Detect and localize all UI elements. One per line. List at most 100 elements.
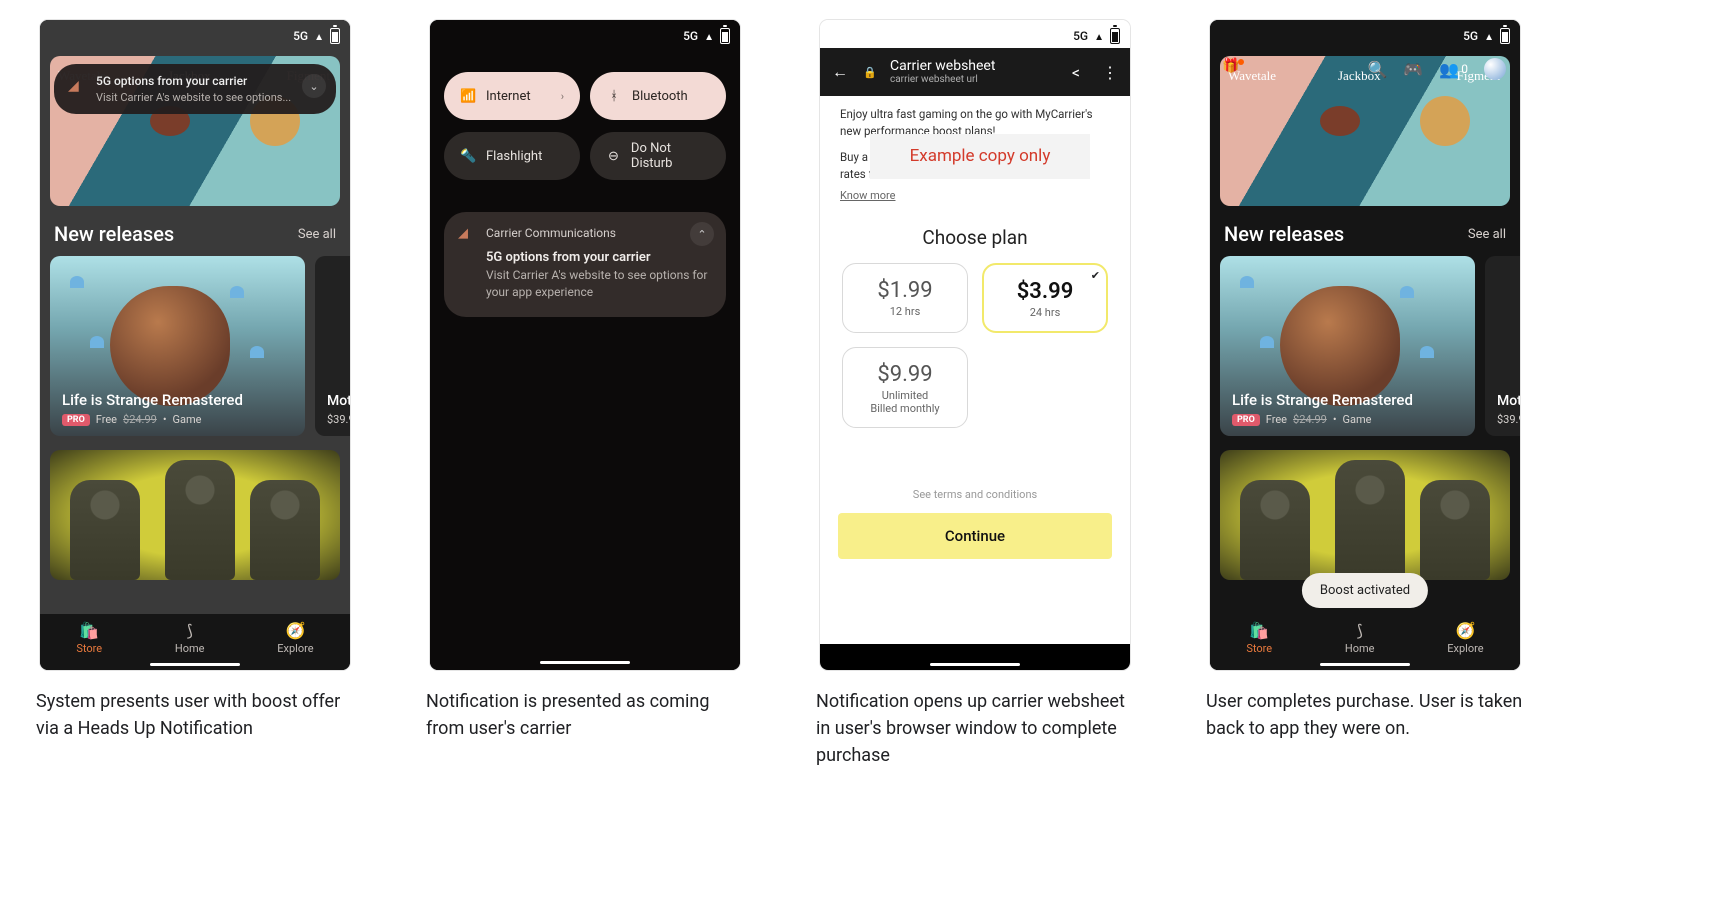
carrier-triangle-icon: ◢: [458, 226, 468, 241]
stadia-icon: ⟆: [187, 621, 193, 640]
chevron-right-icon: ›: [561, 90, 564, 103]
plan-option-1[interactable]: $1.99 12 hrs: [842, 263, 968, 333]
section-title: New releases: [54, 222, 174, 246]
pro-badge: PRO: [1232, 414, 1260, 426]
plan-option-3[interactable]: $9.99 Unlimited Billed monthly: [842, 347, 968, 428]
compass-icon: 🧭: [1455, 621, 1475, 640]
game-free-label: Free: [1266, 413, 1287, 426]
notification-app-name: Carrier Communications: [486, 226, 710, 240]
choose-plan-heading: Choose plan: [820, 226, 1130, 249]
tab-home[interactable]: ⟆ Home: [1345, 621, 1375, 655]
continue-button[interactable]: Continue: [838, 513, 1112, 559]
game-card[interactable]: Life is Strange Remastered PRO Free $24.…: [50, 256, 305, 436]
caption-2: Notification is presented as coming from…: [420, 688, 750, 742]
share-icon[interactable]: <: [1066, 63, 1086, 82]
game-card-title: Life is Strange Remastered: [62, 391, 293, 409]
terms-link[interactable]: See terms and conditions: [820, 488, 1130, 501]
status-network: 5G: [1463, 29, 1478, 43]
phone-screen-2: 📶 Internet › ᚼ Bluetooth 🔦 Flashlight: [430, 20, 740, 670]
wide-game-card[interactable]: [1220, 450, 1510, 580]
gesture-handle[interactable]: [150, 663, 240, 666]
game-kind: Game: [1343, 413, 1372, 426]
see-all-link[interactable]: See all: [298, 227, 336, 242]
shopping-bag-icon: 🛍️: [79, 621, 99, 640]
game-card[interactable]: Life is Strange Remastered PRO Free $24.…: [1220, 256, 1475, 436]
websheet-title: Carrier websheet: [890, 58, 995, 74]
caption-1: System presents user with boost offer vi…: [30, 688, 360, 742]
shopping-bag-icon: 🛍️: [1249, 621, 1269, 640]
bottom-tab-bar: 🛍️ Store ⟆ Home 🧭 Explore: [40, 614, 350, 670]
battery-icon: [330, 28, 340, 44]
dnd-icon: ⊖: [606, 149, 621, 164]
controller-icon[interactable]: 🎮: [1403, 60, 1423, 79]
gift-icon[interactable]: [1224, 61, 1240, 77]
tab-store[interactable]: 🛍️ Store: [76, 621, 102, 655]
signal-icon: [314, 29, 324, 43]
signal-icon: [1094, 29, 1104, 43]
caption-3: Notification opens up carrier websheet i…: [810, 688, 1140, 769]
gesture-handle[interactable]: [540, 661, 630, 664]
signal-icon: [704, 29, 714, 43]
game-card-2[interactable]: Moto $39.99: [1485, 256, 1520, 436]
game-card-2[interactable]: Moto $39.99: [315, 256, 350, 436]
check-icon: ✔: [1091, 269, 1100, 282]
gesture-handle[interactable]: [930, 663, 1020, 666]
game-card-title: Life is Strange Remastered: [1232, 391, 1463, 409]
battery-icon: [1500, 28, 1510, 44]
websheet-url: carrier websheet url: [890, 74, 995, 86]
qs-dnd[interactable]: ⊖ Do Not Disturb: [590, 132, 726, 180]
notification-card[interactable]: ◢ Carrier Communications ⌃ 5G options fr…: [444, 212, 726, 317]
wide-game-card[interactable]: [50, 450, 340, 580]
bluetooth-icon: ᚼ: [606, 89, 622, 104]
chevron-down-icon[interactable]: ⌄: [302, 74, 326, 98]
chevron-up-icon[interactable]: ⌃: [690, 222, 714, 246]
game-card-2-price: $39.99: [1497, 413, 1520, 426]
back-arrow-icon[interactable]: ←: [830, 62, 850, 82]
overflow-menu-icon[interactable]: ⋮: [1100, 63, 1120, 82]
websheet-app-bar: ← 🔒 Carrier websheet carrier websheet ur…: [820, 48, 1130, 96]
caption-4: User completes purchase. User is taken b…: [1200, 688, 1530, 742]
game-card-2-price: $39.99: [327, 413, 350, 426]
battery-icon: [720, 28, 730, 44]
notification-title: 5G options from your carrier: [486, 250, 710, 265]
gesture-handle[interactable]: [1320, 663, 1410, 666]
tab-explore[interactable]: 🧭 Explore: [1447, 621, 1483, 655]
phone-screen-4: Wavetale Jackbox Figment New releases Se…: [1210, 20, 1520, 670]
example-copy-overlay: Example copy only: [870, 134, 1090, 179]
status-network: 5G: [293, 29, 308, 43]
game-card-2-title: Moto: [327, 393, 350, 409]
status-network: 5G: [683, 29, 698, 43]
qs-flashlight[interactable]: 🔦 Flashlight: [444, 132, 580, 180]
heads-up-notification[interactable]: ◢ 5G options from your carrier Visit Car…: [54, 64, 336, 114]
notification-body: Visit Carrier A's website to see options…: [486, 267, 710, 301]
hun-body: Visit Carrier A's website to see options…: [96, 91, 292, 104]
friends-icon[interactable]: 👥0: [1439, 60, 1468, 79]
avatar[interactable]: [1484, 58, 1506, 80]
game-kind: Game: [173, 413, 202, 426]
game-old-price: $24.99: [123, 413, 157, 426]
compass-icon: 🧭: [285, 621, 305, 640]
status-network: 5G: [1073, 29, 1088, 43]
game-free-label: Free: [96, 413, 117, 426]
search-icon[interactable]: 🔍: [1367, 60, 1387, 79]
bottom-tab-bar: 🛍️ Store ⟆ Home 🧭 Explore: [1210, 614, 1520, 670]
phone-screen-3: 5G ← 🔒 Carrier websheet carrier websheet…: [820, 20, 1130, 670]
qs-bluetooth[interactable]: ᚼ Bluetooth: [590, 72, 726, 120]
stadia-icon: ⟆: [1357, 621, 1363, 640]
battery-icon: [1110, 28, 1120, 44]
see-all-link[interactable]: See all: [1468, 227, 1506, 242]
game-old-price: $24.99: [1293, 413, 1327, 426]
lock-icon: 🔒: [860, 66, 880, 79]
tab-store[interactable]: 🛍️ Store: [1246, 621, 1272, 655]
tab-home[interactable]: ⟆ Home: [175, 621, 205, 655]
know-more-link[interactable]: Know more: [840, 189, 896, 202]
toast-boost-activated: Boost activated: [1302, 573, 1428, 608]
wifi-icon: 📶: [460, 89, 476, 104]
hun-title: 5G options from your carrier: [96, 74, 292, 88]
phone-screen-1: Wavetale Jackbox Figment New releases Se…: [40, 20, 350, 670]
flashlight-icon: 🔦: [460, 149, 476, 164]
plan-option-2[interactable]: ✔ $3.99 24 hrs: [982, 263, 1108, 333]
tab-explore[interactable]: 🧭 Explore: [277, 621, 313, 655]
carrier-triangle-icon: ◢: [68, 78, 79, 94]
qs-internet[interactable]: 📶 Internet ›: [444, 72, 580, 120]
